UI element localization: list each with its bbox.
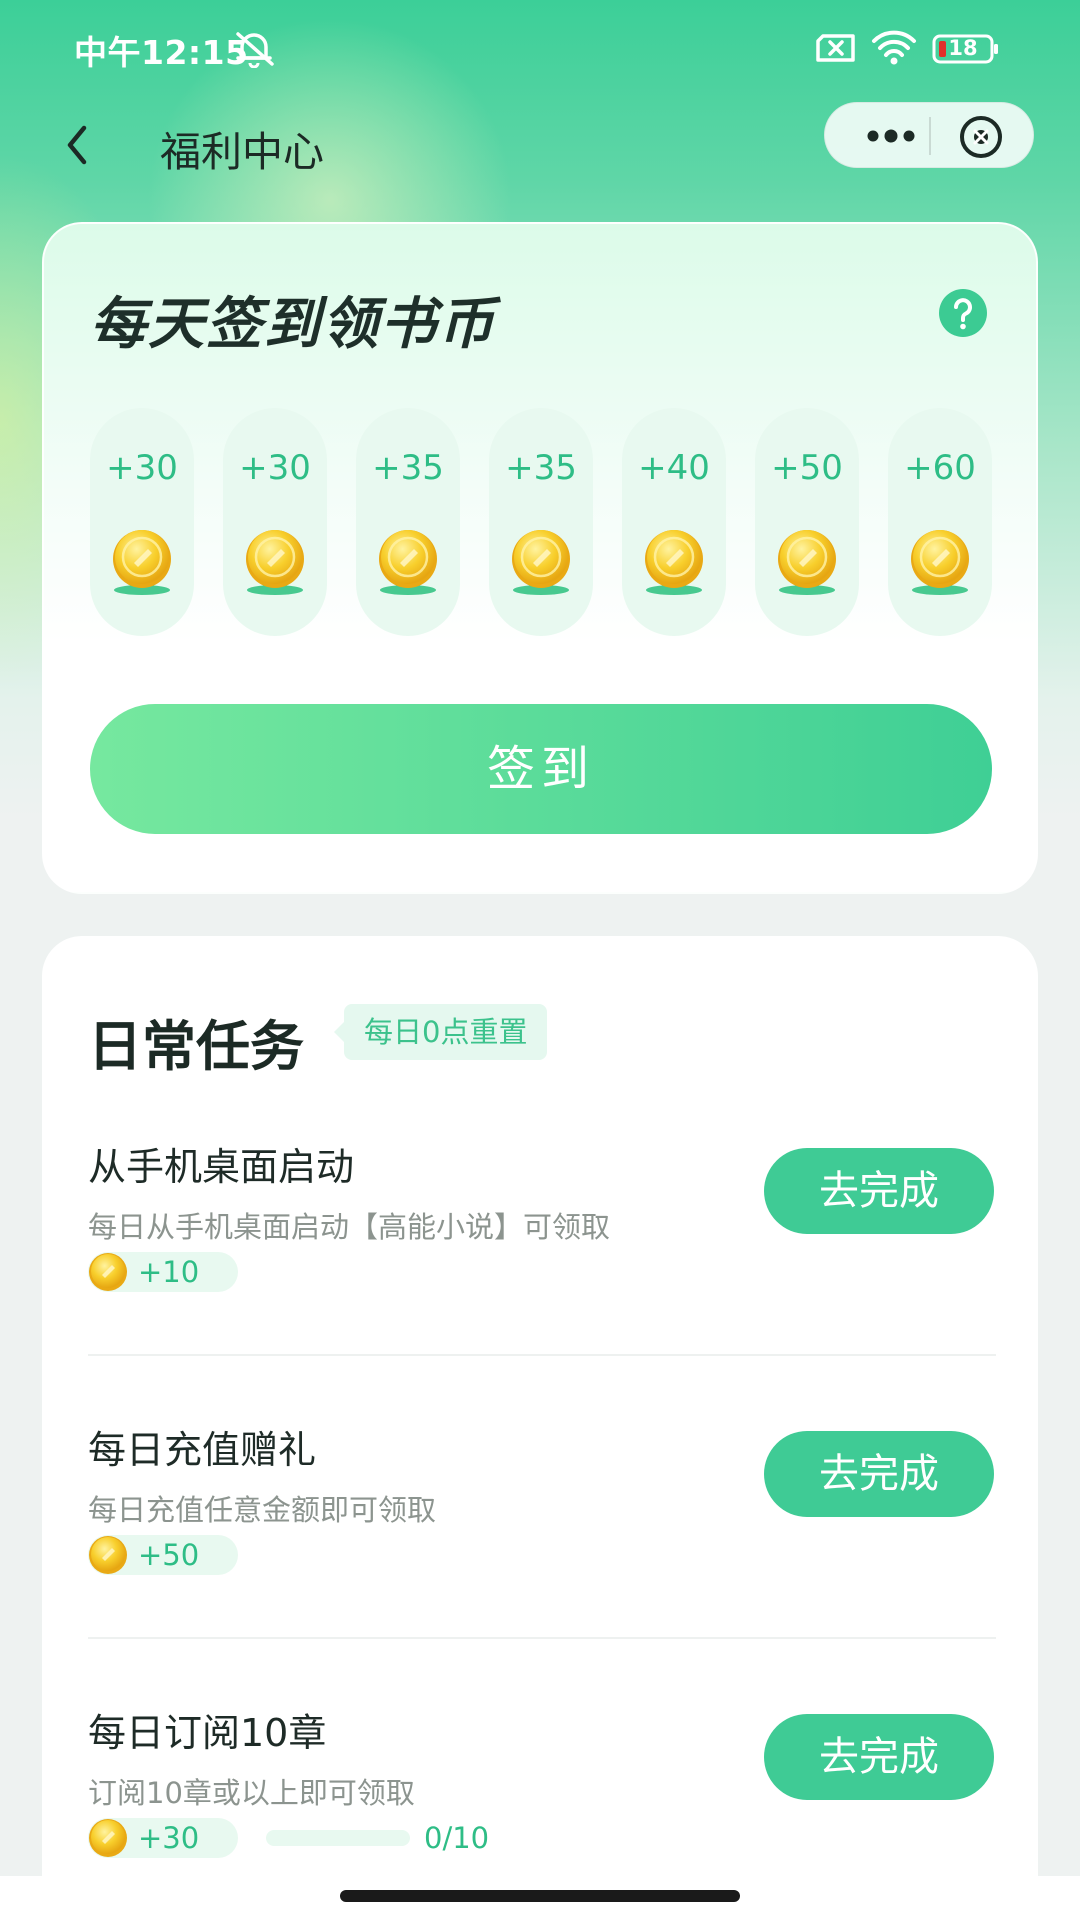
signin-button[interactable]: 签到 <box>90 704 992 834</box>
coin-icon <box>88 1535 128 1575</box>
tasks-title: 日常任务 <box>88 1015 304 1078</box>
day-reward-value: +30 <box>106 448 178 488</box>
signin-day-1: +30 <box>90 408 194 636</box>
signin-day-4: +35 <box>489 408 593 636</box>
signin-day-7: +60 <box>888 408 992 636</box>
day-reward-value: +35 <box>505 448 577 488</box>
task-reward: +30 <box>88 1818 238 1858</box>
signin-day-list: +30 +30 +35 +35 +40 +50 +60 <box>90 408 994 636</box>
task-item: 从手机桌面启动 每日从手机桌面启动【高能小说】可领取 +10 去完成 <box>42 1136 1038 1418</box>
coin-icon <box>108 526 176 598</box>
coin-icon <box>88 1252 128 1292</box>
signin-day-5: +40 <box>622 408 726 636</box>
task-go-button[interactable]: 去完成 <box>764 1431 994 1517</box>
task-reward: +50 <box>88 1535 238 1575</box>
signin-day-6: +50 <box>755 408 859 636</box>
status-bar: 中午12:15 18 <box>0 0 1080 96</box>
coin-icon <box>640 526 708 598</box>
battery-level: 18 <box>948 36 978 60</box>
page-title: 福利中心 <box>160 128 324 176</box>
wifi-icon <box>872 30 916 65</box>
signin-day-3: +35 <box>356 408 460 636</box>
task-desc: 订阅10章或以上即可领取 <box>88 1776 415 1810</box>
task-progress-bar <box>266 1830 410 1846</box>
task-title: 每日订阅10章 <box>88 1711 327 1755</box>
day-reward-value: +50 <box>771 448 843 488</box>
home-indicator[interactable] <box>340 1890 740 1902</box>
task-desc: 每日从手机桌面启动【高能小说】可领取 <box>88 1210 611 1244</box>
coin-icon <box>507 526 575 598</box>
divider <box>88 1354 996 1356</box>
divider <box>88 1637 996 1639</box>
coin-icon <box>241 526 309 598</box>
task-go-button[interactable]: 去完成 <box>764 1714 994 1800</box>
day-reward-value: +60 <box>904 448 976 488</box>
bell-off-icon <box>236 32 274 68</box>
more-dots-icon[interactable] <box>851 103 931 169</box>
status-time: 中午12:15 <box>74 33 249 72</box>
task-progress-text: 0/10 <box>424 1821 490 1855</box>
day-reward-value: +40 <box>638 448 710 488</box>
task-reward-value: +30 <box>138 1821 200 1855</box>
task-item: 每日充值赠礼 每日充值任意金额即可领取 +50 去完成 <box>42 1419 1038 1701</box>
task-reward-value: +50 <box>138 1538 200 1572</box>
day-reward-value: +35 <box>372 448 444 488</box>
signin-title: 每天签到领书币 <box>90 292 496 357</box>
reset-badge: 每日0点重置 <box>333 1004 548 1060</box>
task-go-button[interactable]: 去完成 <box>764 1148 994 1234</box>
coin-icon <box>374 526 442 598</box>
signin-day-2: +30 <box>223 408 327 636</box>
signin-card: 每天签到领书币 +30 +30 +35 +35 +40 +50 +60 签到 <box>42 222 1038 894</box>
task-title: 每日充值赠礼 <box>88 1428 317 1472</box>
coin-icon <box>906 526 974 598</box>
task-desc: 每日充值任意金额即可领取 <box>88 1493 437 1527</box>
close-circle-icon[interactable] <box>955 111 1007 163</box>
task-reward: +10 <box>88 1252 238 1292</box>
coin-icon <box>88 1818 128 1858</box>
sim-x-icon <box>816 34 855 62</box>
coin-icon <box>773 526 841 598</box>
chevron-left-icon[interactable] <box>58 118 98 172</box>
daily-tasks-card: 日常任务 每日0点重置 从手机桌面启动 每日从手机桌面启动【高能小说】可领取 +… <box>42 936 1038 1920</box>
mini-program-capsule <box>824 102 1034 168</box>
task-title: 从手机桌面启动 <box>88 1145 355 1189</box>
capsule-divider <box>929 117 931 155</box>
task-reward-value: +10 <box>138 1255 200 1289</box>
day-reward-value: +30 <box>239 448 311 488</box>
question-circle-icon[interactable] <box>938 288 988 338</box>
